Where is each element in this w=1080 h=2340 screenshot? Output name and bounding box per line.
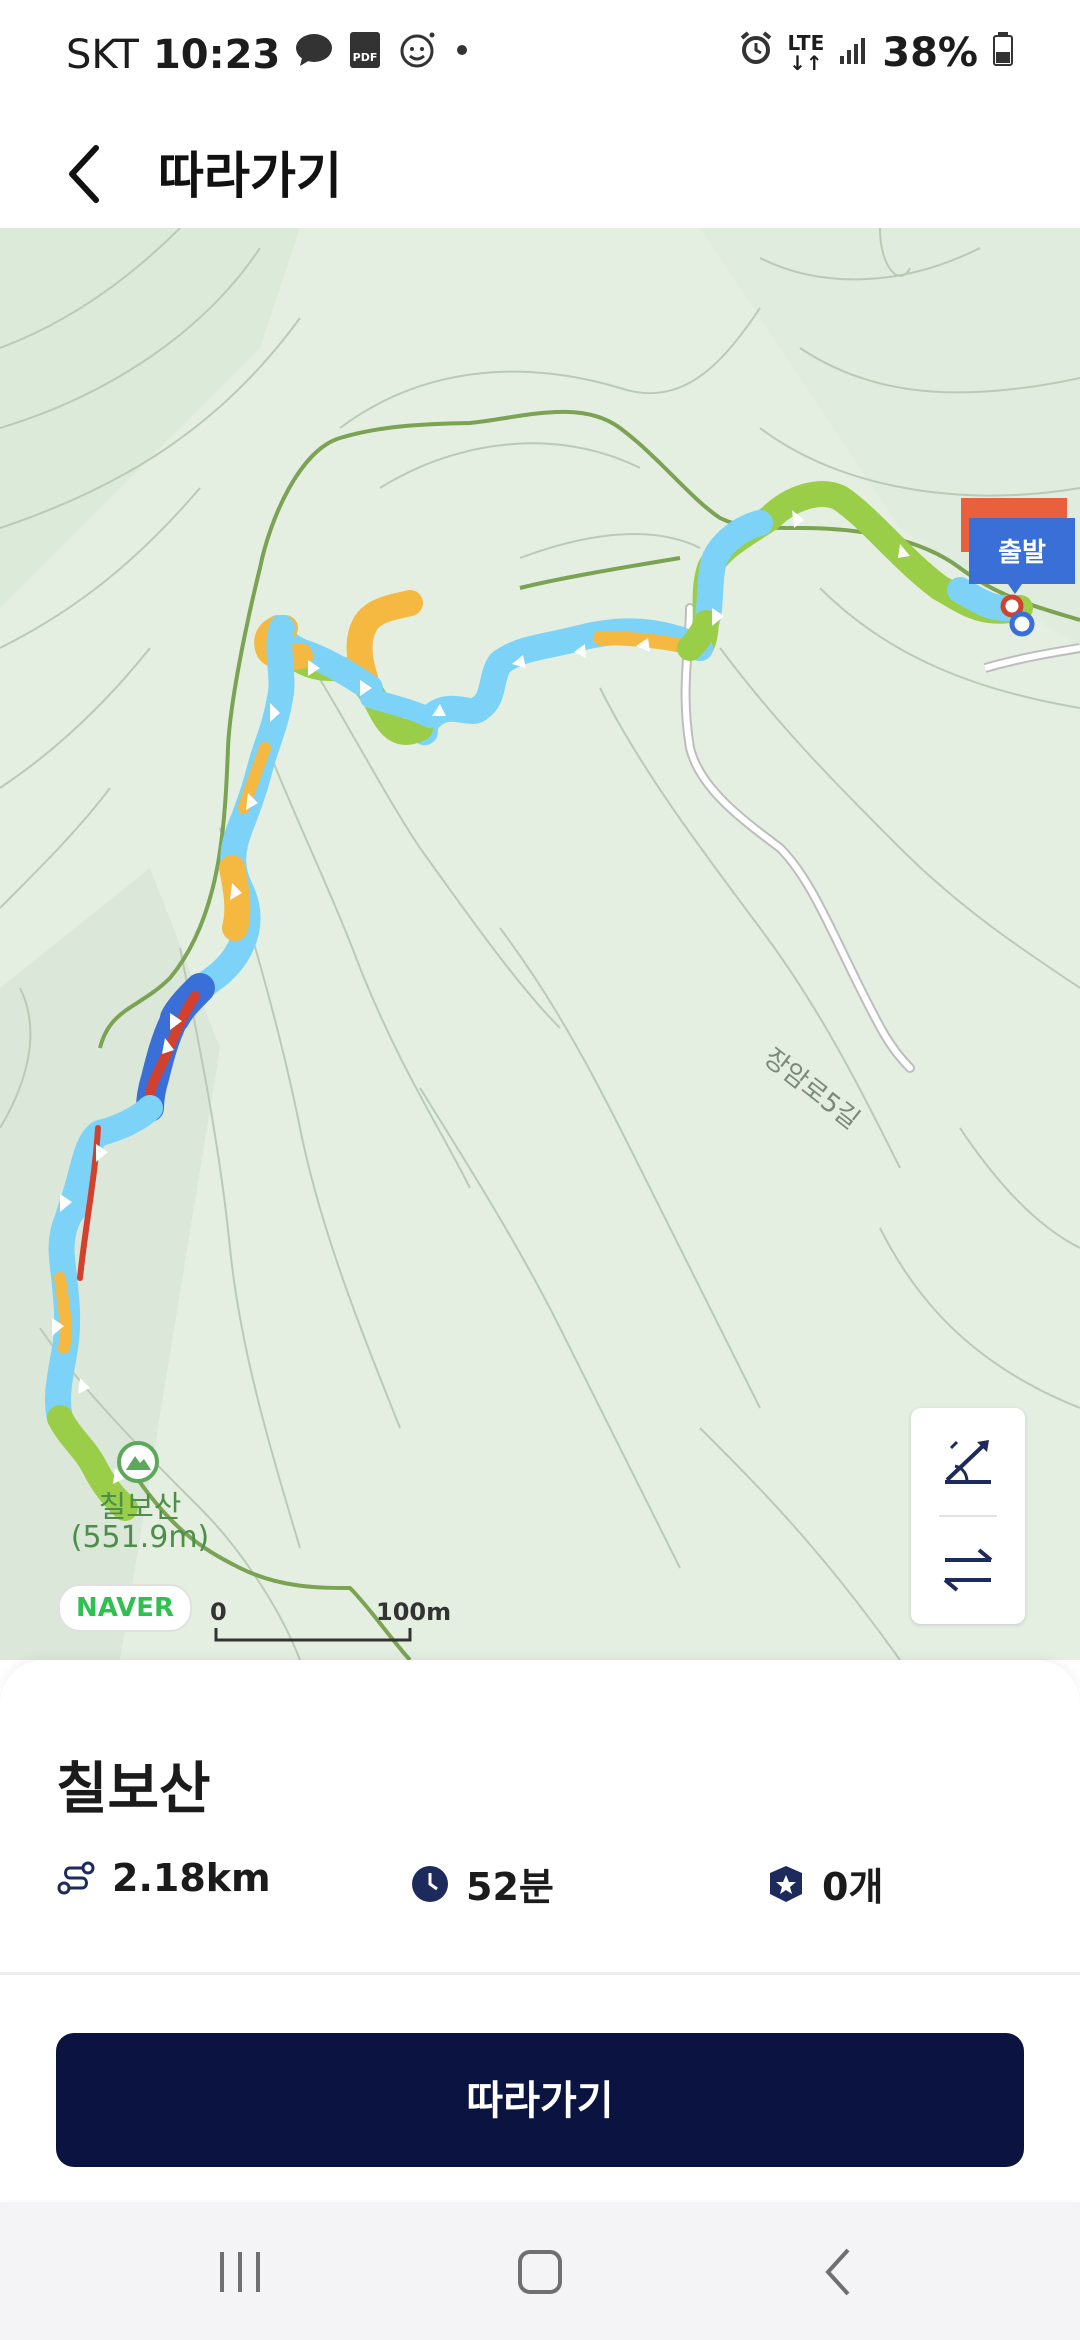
naver-logo: NAVER [58,1584,192,1632]
slope-icon [945,1440,991,1484]
battery-percent: 38% [882,30,978,76]
follow-button[interactable]: 따라가기 [56,2033,1024,2167]
app-header: 따라가기 [0,120,1080,228]
system-nav-bar [0,2202,1080,2340]
clock-time: 10:23 [152,32,281,78]
scale-bar [214,1628,412,1642]
duration-value: 52분 [466,1865,554,1909]
duration-stat: 52분 [410,1856,554,1911]
carrier: SKT [66,32,139,78]
stamps-value: 0개 [822,1865,884,1909]
chat-icon [294,32,334,78]
peak-elevation: (551.9m) [70,1520,210,1555]
scale-end: 100m [376,1598,452,1626]
home-button[interactable] [500,2232,580,2312]
system-back-icon [825,2248,850,2296]
route-name: 칠보산 [56,1757,211,1822]
section-divider [0,1972,1080,1975]
battery-icon [992,30,1014,76]
back-icon [69,145,99,203]
status-left: SKT 10:23 PDF [66,30,472,80]
mountain-icon [116,1440,160,1484]
svg-text:PDF: PDF [353,51,378,64]
signal-icon [838,30,868,76]
swap-direction-button[interactable] [911,1516,1025,1624]
alarm-icon [738,30,774,76]
swap-icon [943,1548,993,1592]
dot-icon [452,30,472,80]
distance-icon [57,1861,95,1895]
slope-button[interactable] [911,1408,1025,1516]
status-right: LTE ↓↑ 38% [738,30,1015,76]
system-back-button[interactable] [800,2232,880,2312]
status-bar: SKT 10:23 PDF LTE ↓↑ 38% [0,0,1080,120]
recent-apps-button[interactable] [200,2232,280,2312]
stamps-stat: 0개 [766,1856,883,1911]
scale-start: 0 [210,1598,227,1626]
distance-value: 2.18km [112,1856,271,1900]
distance-stat: 2.18km [56,1856,271,1900]
back-button[interactable] [56,132,120,216]
lte-icon: LTE ↓↑ [788,33,825,73]
page-title: 따라가기 [158,147,342,205]
map-view[interactable]: 출발 칠보산 (551.9m) 장암로5길 NAVER 0 100m [0,228,1080,1660]
map-controls [911,1408,1025,1624]
smiley-icon [398,30,438,80]
recent-apps-icon [220,2252,260,2292]
stamp-icon [770,1865,802,1902]
start-label: 출발 [998,538,1046,568]
data-arrows-icon: ↓↑ [789,51,823,75]
home-icon [518,2250,562,2294]
pdf-icon: PDF [348,30,384,80]
clock-icon [412,1865,448,1902]
